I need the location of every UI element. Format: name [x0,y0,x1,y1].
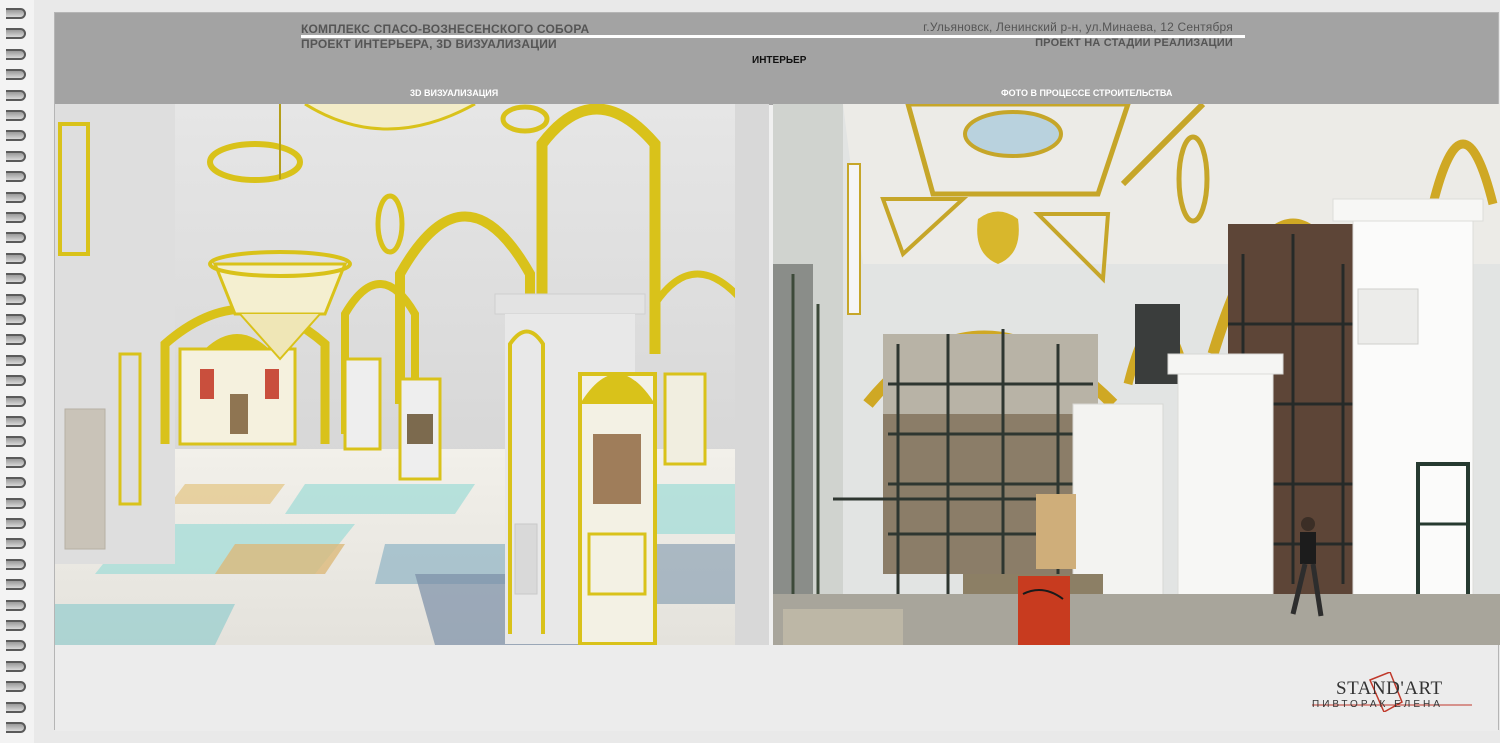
section-title: ИНТЕРЬЕР [752,55,807,66]
spiral-binding [0,0,34,743]
presentation-page: КОМПЛЕКС СПАСО-ВОЗНЕСЕНСКОГО СОБОРА ПРОЕ… [54,12,1500,731]
project-title: КОМПЛЕКС СПАСО-ВОЗНЕСЕНСКОГО СОБОРА [301,22,590,36]
project-subtitle: ПРОЕКТ ИНТЕРЬЕРА, 3D ВИЗУАЛИЗАЦИИ [301,37,557,51]
binding-ring [6,273,26,285]
construction-photo [773,104,1500,645]
binding-ring [6,150,26,162]
binding-ring [6,8,26,19]
binding-ring [6,640,26,652]
binding-ring [6,354,26,366]
binding-ring [6,538,26,550]
binding-ring [6,293,26,305]
binding-ring [6,722,26,733]
left-panel-label: 3D ВИЗУАЛИЗАЦИЯ [410,88,499,98]
binding-ring [6,436,26,448]
binding-ring [6,660,26,672]
binding-ring [6,579,26,591]
binding-ring [6,477,26,489]
binding-ring [6,28,26,40]
logo-author: ПИВТОРАК ЕЛЕНА [1312,699,1443,710]
binding-ring [6,191,26,203]
binding-ring [6,171,26,183]
render-image [55,104,769,645]
binding-ring [6,212,26,223]
binding-ring [6,620,26,631]
binding-ring [6,456,26,468]
binding-ring [6,130,26,142]
binding-ring [6,558,26,570]
binding-ring [6,395,26,407]
project-status: ПРОЕКТ НА СТАДИИ РЕАЛИЗАЦИИ [1035,37,1233,49]
right-panel-label: ФОТО В ПРОЦЕССЕ СТРОИТЕЛЬСТВА [1001,88,1173,98]
logo-name: STAND'ART [1336,678,1443,699]
binding-ring [6,518,26,529]
binding-ring [6,314,26,325]
binding-ring [6,701,26,713]
binding-ring [6,48,26,60]
binding-ring [6,599,26,611]
binding-ring [6,681,26,693]
header-bar: КОМПЛЕКС СПАСО-ВОЗНЕСЕНСКОГО СОБОРА ПРОЕ… [55,13,1498,105]
binding-ring [6,232,26,244]
binding-ring [6,252,26,264]
binding-ring [6,416,26,427]
binding-ring [6,334,26,346]
project-location: г.Ульяновск, Ленинский р-н, ул.Минаева, … [923,20,1233,34]
binding-ring [6,89,26,101]
binding-ring [6,375,26,387]
binding-ring [6,69,26,81]
stand-art-logo: STAND'ART ПИВТОРАК ЕЛЕНА [1312,672,1472,712]
binding-ring [6,497,26,509]
footer-band [55,645,1498,731]
binding-ring [6,110,26,121]
